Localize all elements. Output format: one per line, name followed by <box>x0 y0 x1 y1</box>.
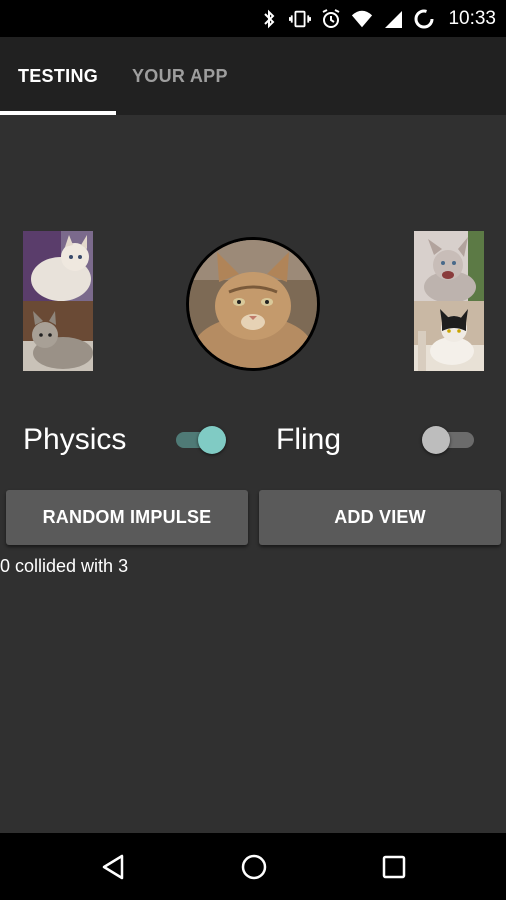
physics-switch-thumb <box>198 426 226 454</box>
navigation-bar <box>0 833 506 900</box>
tab-your-app[interactable]: YOUR APP <box>132 37 228 115</box>
tab-bar: TESTING YOUR APP <box>0 37 506 115</box>
wifi-icon <box>351 8 373 30</box>
cat-photo-bottom-left[interactable] <box>23 301 93 371</box>
fling-label: Fling <box>276 423 342 456</box>
home-icon[interactable] <box>238 851 270 883</box>
random-impulse-button[interactable]: RANDOM IMPULSE <box>6 490 248 545</box>
tab-indicator <box>0 111 116 115</box>
battery-icon <box>413 8 435 30</box>
add-view-button[interactable]: ADD VIEW <box>259 490 501 545</box>
cat-photo-top-right[interactable] <box>414 231 484 301</box>
status-bar: 10:33 <box>0 0 506 37</box>
tab-testing[interactable]: TESTING <box>0 37 116 115</box>
recents-icon[interactable] <box>378 851 410 883</box>
collision-status-text: 0 collided with 3 <box>0 556 129 576</box>
fling-switch-thumb <box>422 426 450 454</box>
cat-photo-top-left[interactable] <box>23 231 93 301</box>
alarm-icon <box>320 8 342 30</box>
bluetooth-icon <box>258 8 280 30</box>
clock: 10:33 <box>448 7 496 29</box>
cat-photo-circle[interactable] <box>186 237 320 371</box>
physics-label: Physics <box>23 423 127 456</box>
vibrate-icon <box>289 8 312 30</box>
back-icon[interactable] <box>98 851 130 883</box>
physics-switch[interactable] <box>172 425 228 455</box>
signal-icon <box>382 8 404 30</box>
cat-photo-bottom-right[interactable] <box>414 301 484 371</box>
fling-switch[interactable] <box>422 425 478 455</box>
